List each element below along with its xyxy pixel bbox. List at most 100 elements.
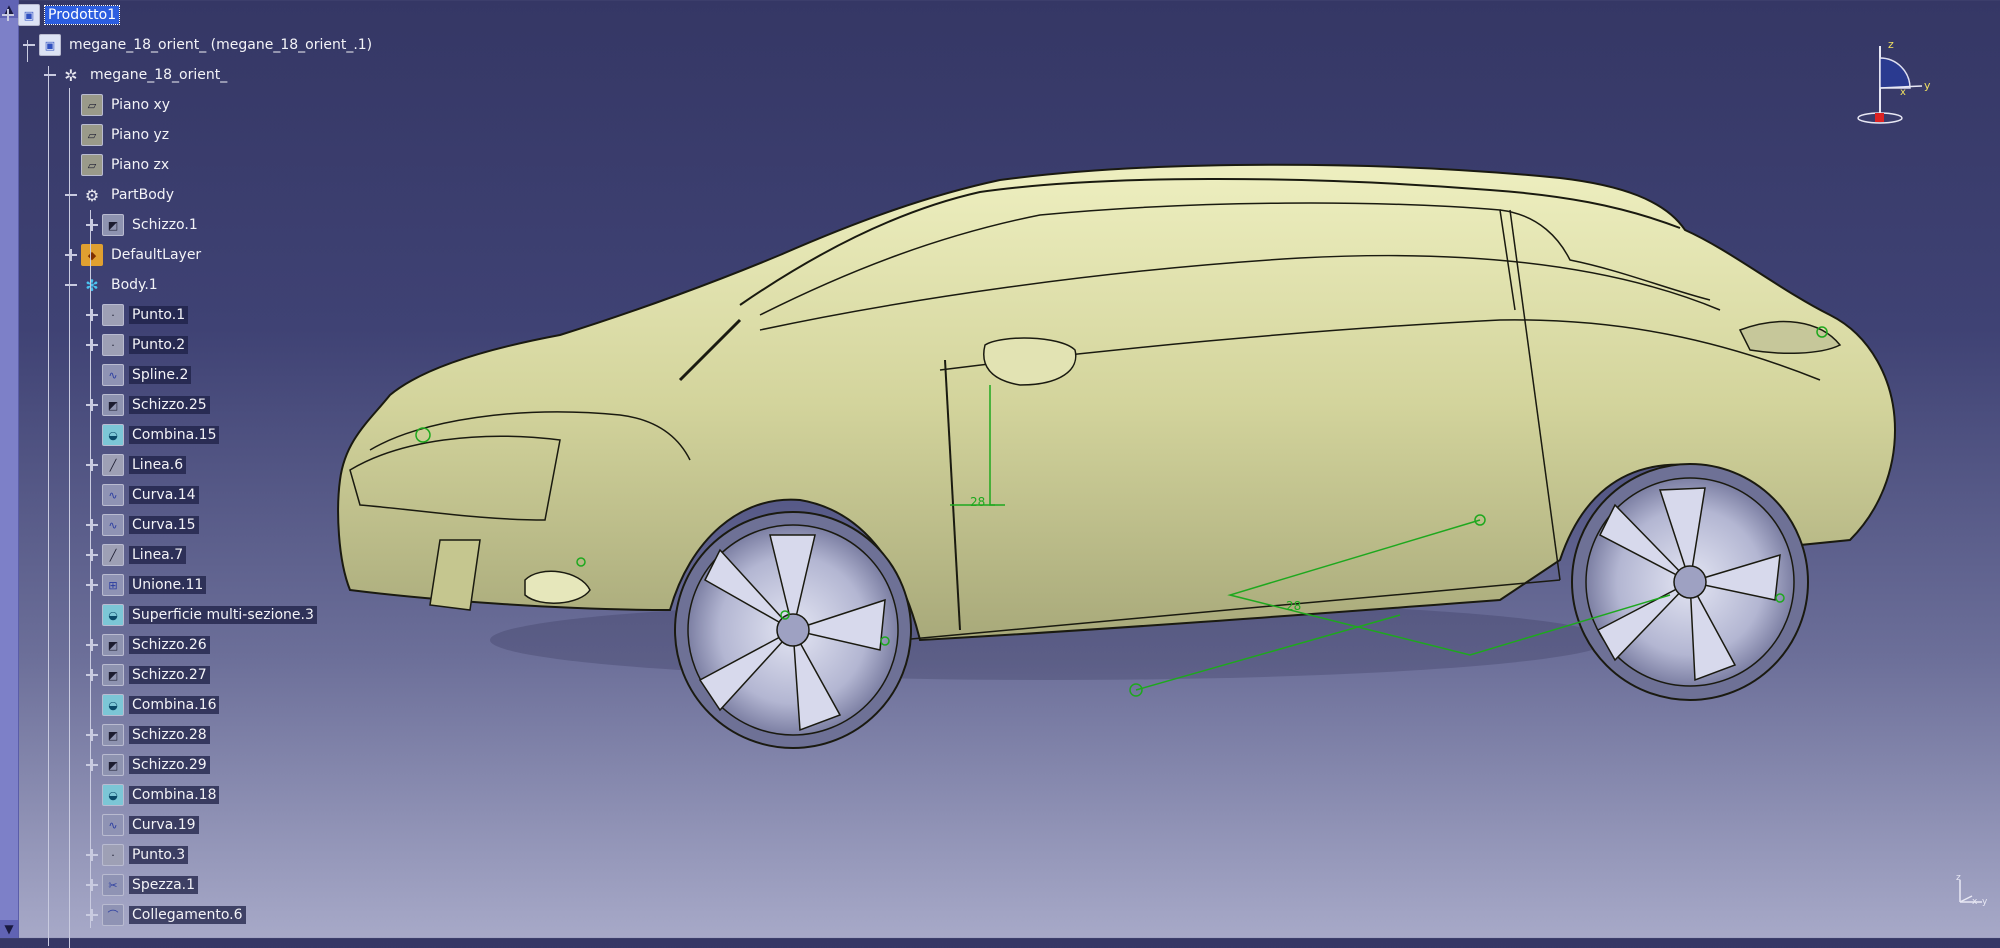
- tree-item-label: Piano yz: [111, 127, 170, 143]
- tree-item-label: Punto.2: [129, 336, 189, 354]
- tree-item[interactable]: ▱ Piano yz: [65, 121, 172, 149]
- expand-icon[interactable]: [86, 549, 98, 561]
- expand-icon[interactable]: [86, 399, 98, 411]
- tree-item[interactable]: ◆ DefaultLayer: [65, 241, 204, 269]
- tree-item-label: Unione.11: [129, 576, 207, 594]
- tree-item[interactable]: ◒ Combina.16: [86, 691, 220, 719]
- expand-icon[interactable]: [65, 249, 77, 261]
- tree-connector: [27, 40, 28, 62]
- tree-item[interactable]: ▣ Prodotto1: [2, 1, 121, 29]
- axis-triad-icon: z x y: [1952, 872, 1992, 912]
- tree-item[interactable]: ◩ Schizzo.29: [86, 751, 210, 779]
- collapse-icon[interactable]: [23, 39, 35, 51]
- tree-item[interactable]: ⊞ Unione.11: [86, 571, 207, 599]
- surface-icon: ◒: [102, 784, 124, 806]
- expand-icon[interactable]: [86, 759, 98, 771]
- sketch-icon: ◩: [102, 724, 124, 746]
- tree-item[interactable]: · Punto.2: [86, 331, 189, 359]
- tree-item[interactable]: · Punto.1: [86, 301, 189, 329]
- curve-icon: ∿: [102, 514, 124, 536]
- expand-icon[interactable]: [86, 459, 98, 471]
- expand-icon[interactable]: [86, 339, 98, 351]
- curve-icon: ∿: [102, 484, 124, 506]
- tree-item-label: Combina.15: [129, 426, 220, 444]
- expand-icon[interactable]: [86, 849, 98, 861]
- tree-item-label: Schizzo.26: [129, 636, 210, 654]
- tree-item[interactable]: ✻ Body.1: [65, 271, 161, 299]
- expand-icon[interactable]: [86, 519, 98, 531]
- gear-icon: ⚙: [84, 185, 100, 205]
- tree-item[interactable]: ✲ megane_18_orient_: [44, 61, 230, 89]
- expand-icon[interactable]: [86, 219, 98, 231]
- expand-icon[interactable]: [86, 729, 98, 741]
- tree-item[interactable]: ◩ Schizzo.28: [86, 721, 210, 749]
- tree-item-label: Schizzo.25: [129, 396, 210, 414]
- tree-item[interactable]: · Punto.3: [86, 841, 189, 869]
- tree-item[interactable]: ◒ Combina.18: [86, 781, 220, 809]
- tree-item[interactable]: ◩ Schizzo.1: [86, 211, 201, 239]
- plane-icon: ▱: [81, 94, 103, 116]
- tree-item-label: Combina.16: [129, 696, 220, 714]
- tree-item[interactable]: ∿ Curva.14: [86, 481, 199, 509]
- expand-icon[interactable]: [86, 639, 98, 651]
- specification-tree[interactable]: ▣ Prodotto1 ▣ megane_18_orient_ (megane_18_…: [2, 0, 372, 948]
- tree-item-label: Spline.2: [129, 366, 192, 384]
- tree-item-label: Schizzo.1: [132, 217, 198, 233]
- tree-item[interactable]: ╱ Linea.7: [86, 541, 187, 569]
- mini-z-label: z: [1956, 873, 1961, 883]
- expand-icon[interactable]: [86, 879, 98, 891]
- point-icon: ·: [102, 334, 124, 356]
- tree-item-label: Schizzo.29: [129, 756, 210, 774]
- collapse-icon[interactable]: [44, 69, 56, 81]
- sketch-icon: ◩: [102, 664, 124, 686]
- tree-item[interactable]: ⚙ PartBody: [65, 181, 177, 209]
- product-icon: ▣: [39, 34, 61, 56]
- tree-item-label: Linea.6: [129, 456, 187, 474]
- point-icon: ·: [102, 304, 124, 326]
- point-icon: ·: [102, 844, 124, 866]
- collapse-icon[interactable]: [65, 189, 77, 201]
- tree-item-label: DefaultLayer: [111, 247, 202, 263]
- body-icon: ✻: [85, 275, 99, 295]
- tree-item[interactable]: ◒ Superficie multi-sezione.3: [86, 601, 317, 629]
- plane-icon: ▱: [81, 124, 103, 146]
- tree-item[interactable]: ◩ Schizzo.25: [86, 391, 210, 419]
- tree-item-label: Punto.3: [129, 846, 189, 864]
- tree-connector: [90, 210, 91, 928]
- tree-item[interactable]: ◩ Schizzo.26: [86, 631, 210, 659]
- product-icon: ▣: [18, 4, 40, 26]
- tree-item[interactable]: ✂ Spezza.1: [86, 871, 199, 899]
- tree-item[interactable]: ◒ Combina.15: [86, 421, 220, 449]
- plane-icon: ▱: [81, 154, 103, 176]
- compass-icon[interactable]: z y x: [1852, 38, 1932, 128]
- tree-item-label: Collegamento.6: [129, 906, 246, 924]
- tree-item[interactable]: ▣ megane_18_orient_ (megane_18_orient_.1): [23, 31, 375, 59]
- dim-label-1: 28: [970, 495, 985, 509]
- collapse-icon[interactable]: [65, 279, 77, 291]
- tree-item[interactable]: ◩ Schizzo.27: [86, 661, 210, 689]
- tree-scrollbar[interactable]: ▲ ▼: [0, 0, 19, 938]
- dim-label-2: 28: [1286, 599, 1301, 613]
- tree-item-label: Schizzo.28: [129, 726, 210, 744]
- join-icon: ⊞: [102, 574, 124, 596]
- tree-item[interactable]: ⌒ Collegamento.6: [86, 901, 246, 929]
- tree-item[interactable]: ∿ Curva.19: [86, 811, 199, 839]
- expand-icon[interactable]: [86, 579, 98, 591]
- tree-item[interactable]: ╱ Linea.6: [86, 451, 187, 479]
- expand-icon[interactable]: [86, 909, 98, 921]
- tree-item-label: Piano xy: [111, 97, 171, 113]
- sketch-icon: ◩: [102, 214, 124, 236]
- tree-item[interactable]: ▱ Piano zx: [65, 151, 172, 179]
- tree-item-label: Prodotto1: [43, 5, 121, 25]
- expand-icon[interactable]: [2, 9, 14, 21]
- scroll-down-icon[interactable]: ▼: [0, 920, 18, 938]
- tree-item[interactable]: ∿ Spline.2: [86, 361, 192, 389]
- tree-item-label: Body.1: [111, 277, 158, 293]
- tree-item-label: PartBody: [111, 187, 174, 203]
- tree-item[interactable]: ▱ Piano xy: [65, 91, 173, 119]
- sketch-icon: ◩: [102, 394, 124, 416]
- expand-icon[interactable]: [86, 669, 98, 681]
- mini-x-label: x: [1972, 897, 1978, 907]
- expand-icon[interactable]: [86, 309, 98, 321]
- tree-item[interactable]: ∿ Curva.15: [86, 511, 199, 539]
